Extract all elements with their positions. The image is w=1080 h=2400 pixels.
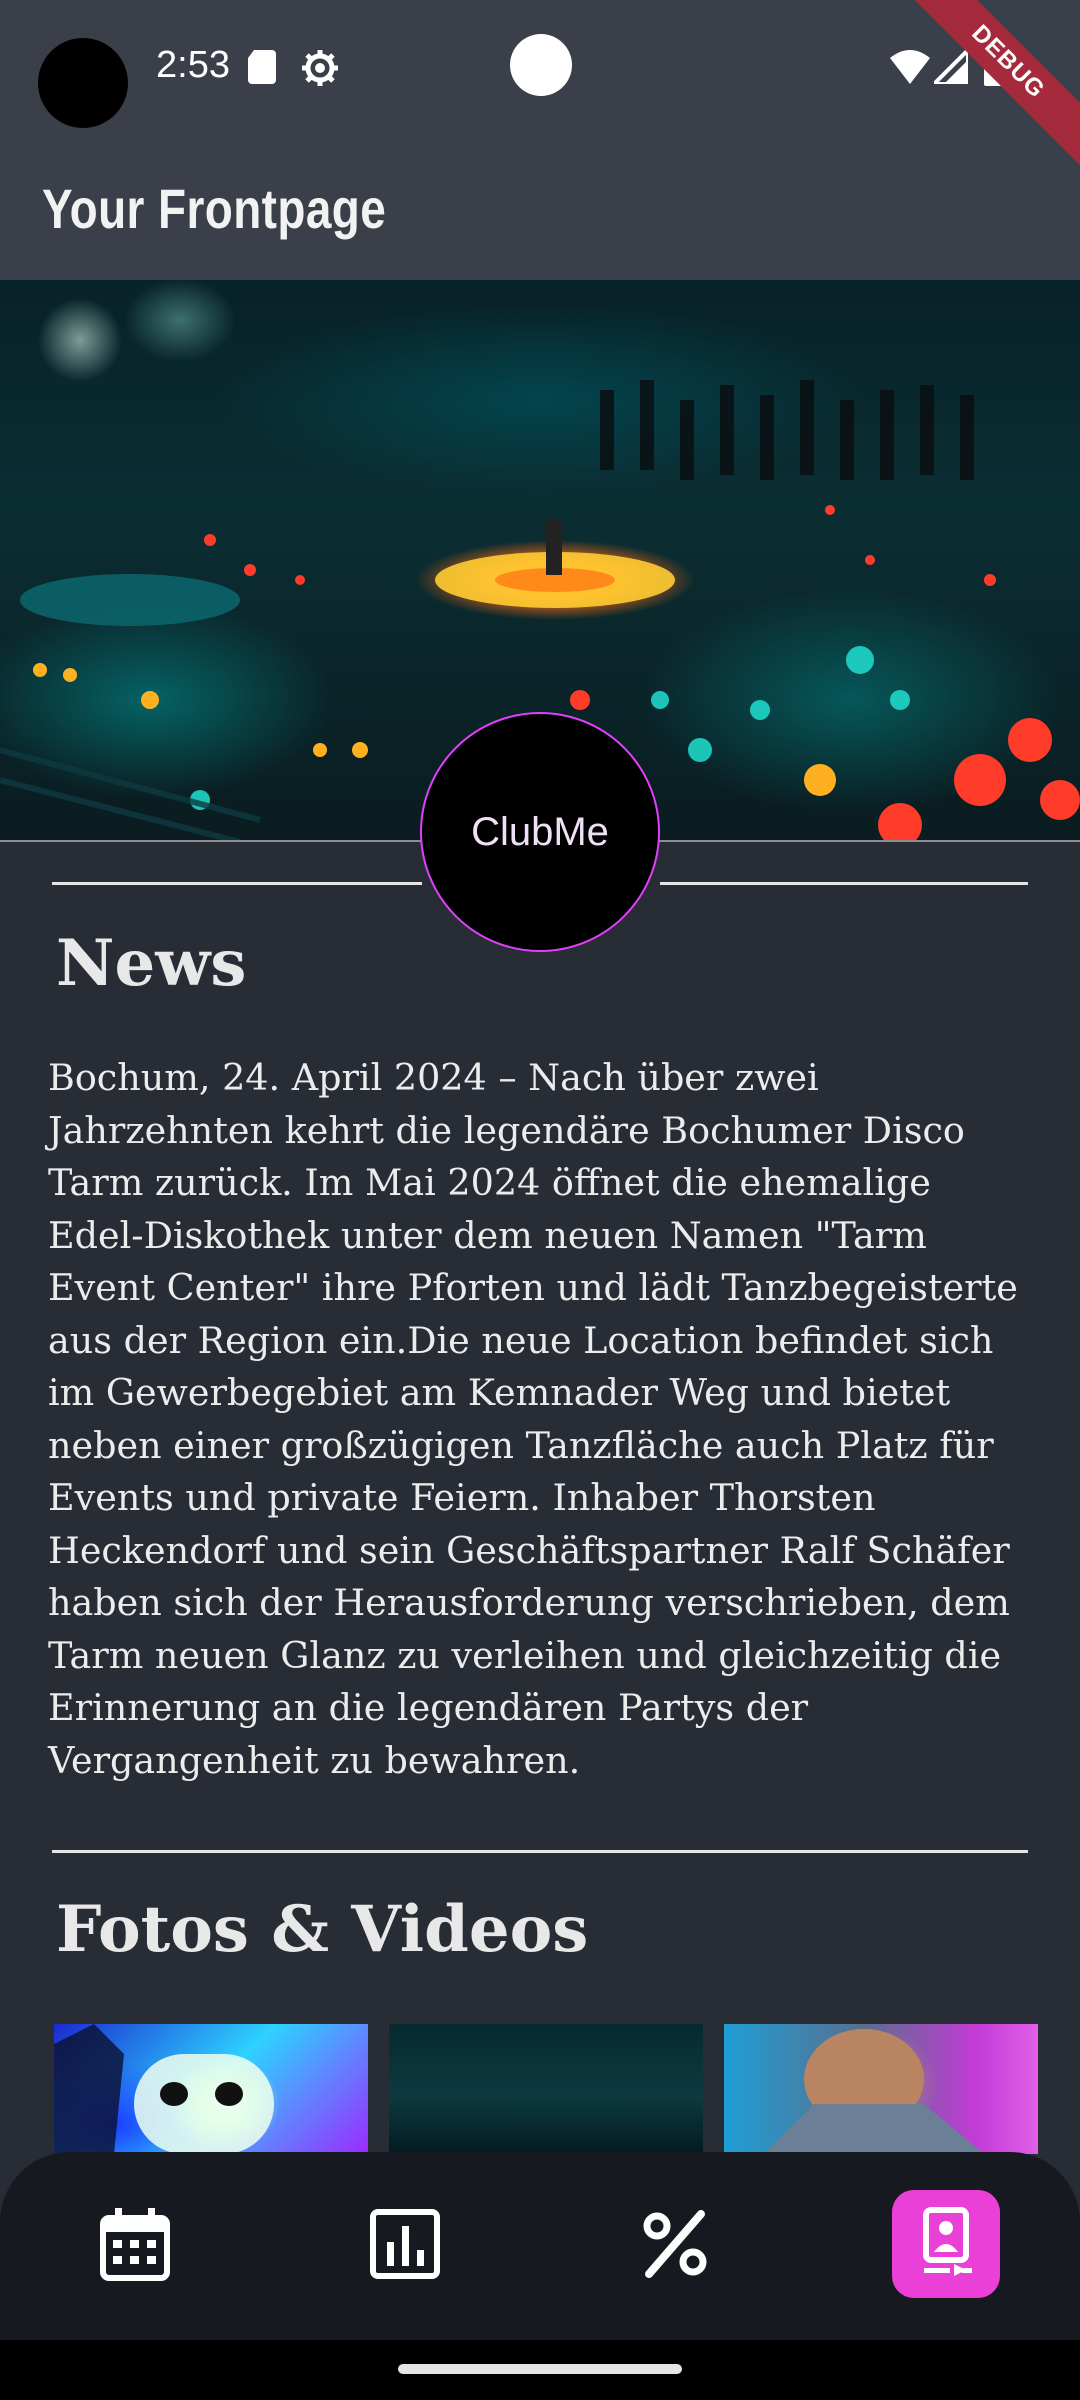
gear-icon bbox=[302, 50, 338, 86]
photo-thumbnail[interactable] bbox=[724, 2024, 1038, 2154]
calendar-icon bbox=[100, 2208, 170, 2281]
top-app-bar: 2:53 DEBUG Your Frontpage bbox=[0, 0, 1080, 280]
sd-card-icon bbox=[248, 50, 276, 84]
nav-statistics-button[interactable] bbox=[351, 2190, 459, 2298]
debug-banner: DEBUG bbox=[886, 0, 1080, 184]
camera-cutout bbox=[38, 38, 128, 128]
page-title: Your Frontpage bbox=[42, 177, 387, 240]
club-card-icon bbox=[923, 2207, 972, 2276]
media-gallery bbox=[54, 2024, 1038, 2154]
nav-calendar-button[interactable] bbox=[81, 2190, 189, 2298]
signal-icon bbox=[934, 50, 968, 84]
news-heading: News bbox=[56, 926, 247, 1001]
frontpage-screen: 2:53 DEBUG Your Frontpage ClubMe News Bo… bbox=[0, 0, 1080, 2400]
percent-icon bbox=[643, 2210, 707, 2278]
bar-chart-icon bbox=[370, 2209, 440, 2279]
home-gesture-handle[interactable] bbox=[398, 2364, 682, 2374]
bottom-navigation-bar bbox=[0, 2152, 1080, 2340]
wifi-icon bbox=[890, 50, 930, 84]
logo-text: ClubMe bbox=[471, 809, 609, 854]
nav-discounts-button[interactable] bbox=[621, 2190, 729, 2298]
media-heading: Fotos & Videos bbox=[56, 1892, 589, 1967]
section-divider bbox=[660, 882, 1028, 885]
nav-club-frontpage-button[interactable] bbox=[892, 2190, 1000, 2298]
clubme-logo: ClubMe bbox=[420, 712, 660, 952]
section-divider bbox=[52, 1850, 1028, 1853]
front-camera-dot bbox=[510, 34, 572, 96]
news-article-text: Bochum, 24. April 2024 – Nach über zwei … bbox=[48, 1056, 1018, 1782]
photo-thumbnail[interactable] bbox=[389, 2024, 703, 2154]
status-time: 2:53 bbox=[156, 44, 230, 86]
photo-thumbnail[interactable] bbox=[54, 2024, 368, 2154]
section-divider bbox=[52, 882, 422, 885]
